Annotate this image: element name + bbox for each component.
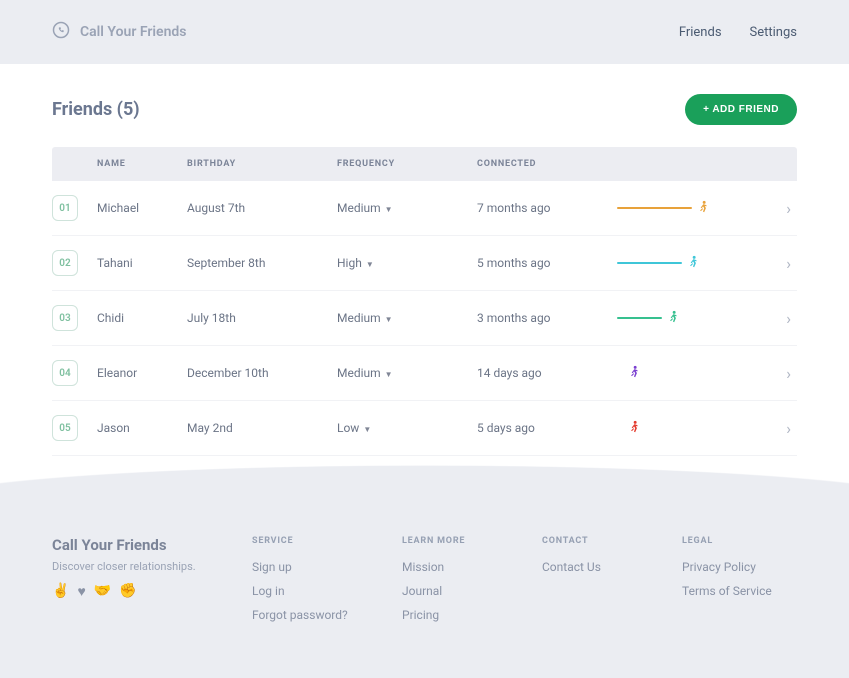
peace-icon[interactable]: ✌ [52,583,69,600]
friend-connected: 3 months ago [477,311,617,325]
col-birthday: BIRTHDAY [187,159,337,169]
friend-birthday: May 2nd [187,421,337,435]
row-index-badge: 02 [52,250,78,276]
friend-name: Jason [97,421,187,435]
friends-list: 01 Michael August 7th Medium▼ 7 months a… [52,181,797,456]
footer-forgot-link[interactable]: Forgot password? [252,608,402,622]
list-header: Friends (5) + ADD FRIEND [52,94,797,125]
phone-icon [52,21,70,43]
progress-timeline [617,361,767,385]
runner-icon [686,251,700,276]
footer: Call Your Friends Discover closer relati… [0,506,849,672]
footer-contact-col: CONTACT Contact Us [542,536,682,632]
progress-timeline [617,416,767,440]
table-row[interactable]: 03 Chidi July 18th Medium▼ 3 months ago … [52,291,797,346]
frequency-select[interactable]: Medium▼ [337,366,477,380]
footer-contactus-link[interactable]: Contact Us [542,560,682,574]
friend-birthday: December 10th [187,366,337,380]
friend-connected: 5 months ago [477,256,617,270]
footer-pricing-link[interactable]: Pricing [402,608,542,622]
friend-connected: 7 months ago [477,201,617,215]
row-index-badge: 03 [52,305,78,331]
table-row[interactable]: 04 Eleanor December 10th Medium▼ 14 days… [52,346,797,401]
footer-tagline: Discover closer relationships. [52,560,252,573]
footer-legal-head: LEGAL [682,536,797,546]
table-header-row: NAME BIRTHDAY FREQUENCY CONNECTED [52,147,797,181]
nav-friends[interactable]: Friends [679,25,722,40]
progress-line [617,262,682,264]
footer-social-icons: ✌ ♥ 🤝 ✊ [52,583,252,600]
footer-service-col: SERVICE Sign up Log in Forgot password? [252,536,402,632]
runner-icon [696,196,710,221]
footer-signup-link[interactable]: Sign up [252,560,402,574]
footer-privacy-link[interactable]: Privacy Policy [682,560,797,574]
footer-tos-link[interactable]: Terms of Service [682,584,797,598]
row-expand-chevron[interactable]: › [767,254,797,273]
row-expand-chevron[interactable]: › [767,309,797,328]
footer-contact-head: CONTACT [542,536,682,546]
brand-text: Call Your Friends [80,24,186,40]
footer-legal-col: LEGAL Privacy Policy Terms of Service [682,536,797,632]
footer-learn-head: LEARN MORE [402,536,542,546]
footer-login-link[interactable]: Log in [252,584,402,598]
runner-icon [627,361,641,386]
frequency-select[interactable]: Low▼ [337,421,477,435]
runner-icon [627,416,641,441]
col-connected: CONNECTED [477,159,617,169]
row-expand-chevron[interactable]: › [767,364,797,383]
curve-divider [0,456,849,506]
friend-name: Michael [97,201,187,215]
frequency-select[interactable]: Medium▼ [337,201,477,215]
frequency-select[interactable]: Medium▼ [337,311,477,325]
row-index-badge: 01 [52,195,78,221]
table-row[interactable]: 02 Tahani September 8th High▼ 5 months a… [52,236,797,291]
friend-name: Chidi [97,311,187,325]
chevron-down-icon: ▼ [385,205,393,214]
progress-timeline [617,251,767,275]
col-frequency: FREQUENCY [337,159,477,169]
footer-brand-title: Call Your Friends [52,536,252,554]
handshake-icon[interactable]: 🤝 [94,583,111,600]
footer-mission-link[interactable]: Mission [402,560,542,574]
progress-timeline [617,196,767,220]
progress-timeline [617,306,767,330]
friend-birthday: September 8th [187,256,337,270]
heart-icon[interactable]: ♥ [77,583,85,600]
progress-line [617,207,692,209]
chevron-down-icon: ▼ [385,370,393,379]
runner-icon [666,306,680,331]
footer-journal-link[interactable]: Journal [402,584,542,598]
main-panel: Friends (5) + ADD FRIEND NAME BIRTHDAY F… [0,64,849,506]
row-index-badge: 04 [52,360,78,386]
brand[interactable]: Call Your Friends [52,21,186,43]
friend-birthday: August 7th [187,201,337,215]
chevron-down-icon: ▼ [385,315,393,324]
nav: Friends Settings [679,25,797,40]
nav-settings[interactable]: Settings [750,25,797,40]
friend-birthday: July 18th [187,311,337,325]
footer-brand-col: Call Your Friends Discover closer relati… [52,536,252,632]
row-expand-chevron[interactable]: › [767,419,797,438]
add-friend-button[interactable]: + ADD FRIEND [685,94,797,125]
row-index-badge: 05 [52,415,78,441]
footer-learn-col: LEARN MORE Mission Journal Pricing [402,536,542,632]
friend-name: Eleanor [97,366,187,380]
fist-icon[interactable]: ✊ [119,583,136,600]
friend-connected: 14 days ago [477,366,617,380]
friend-name: Tahani [97,256,187,270]
friend-connected: 5 days ago [477,421,617,435]
page-title: Friends (5) [52,99,140,120]
table-row[interactable]: 01 Michael August 7th Medium▼ 7 months a… [52,181,797,236]
chevron-down-icon: ▼ [366,260,374,269]
frequency-select[interactable]: High▼ [337,256,477,270]
footer-service-head: SERVICE [252,536,402,546]
row-expand-chevron[interactable]: › [767,199,797,218]
col-name: NAME [97,159,187,169]
chevron-down-icon: ▼ [363,425,371,434]
progress-line [617,317,662,319]
table-row[interactable]: 05 Jason May 2nd Low▼ 5 days ago › [52,401,797,456]
header: Call Your Friends Friends Settings [0,0,849,64]
